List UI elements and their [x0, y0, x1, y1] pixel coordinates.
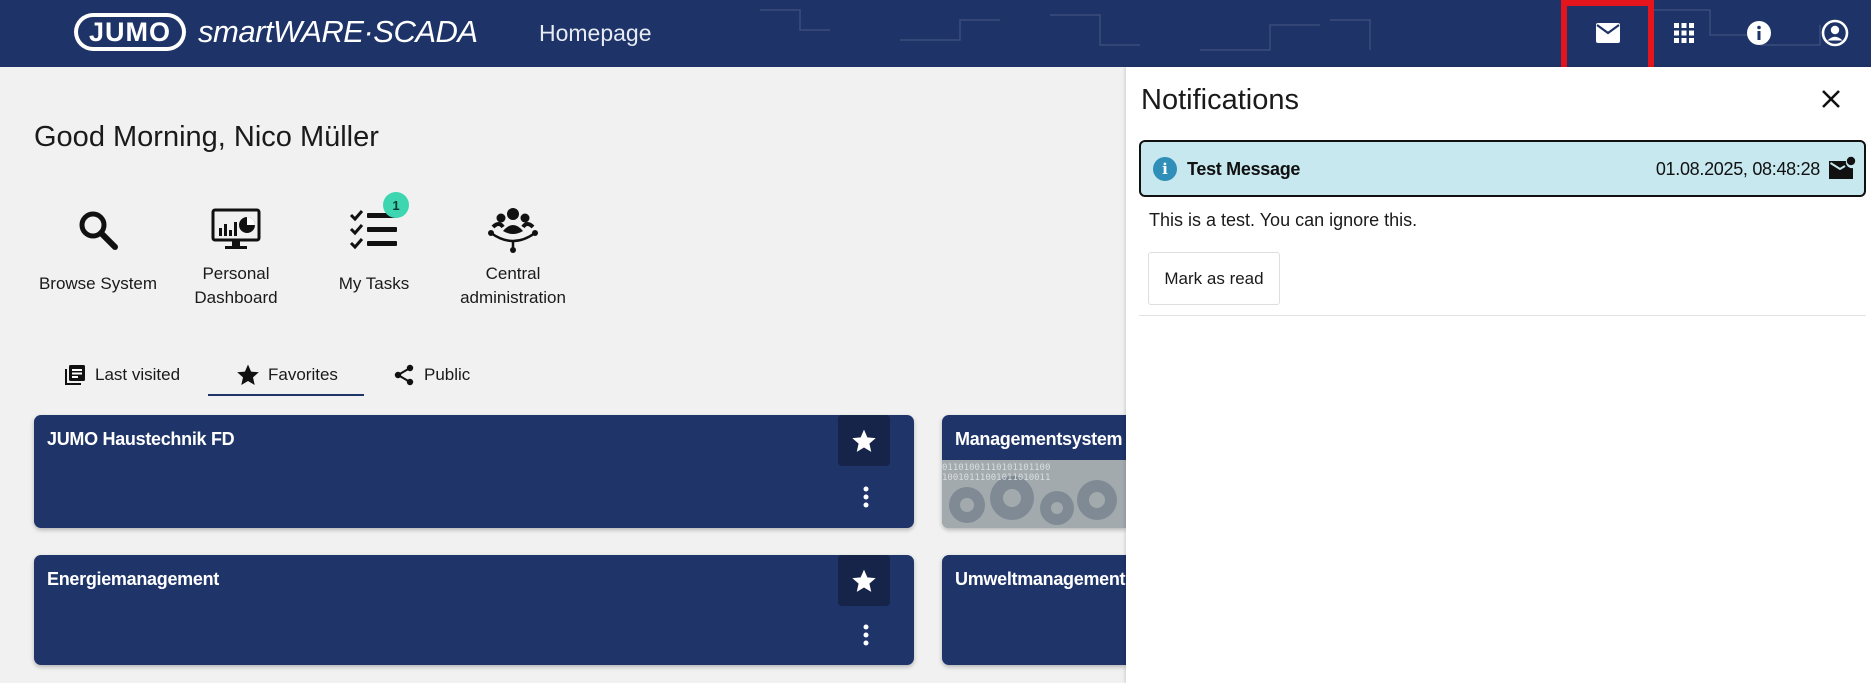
- mark-as-read-button[interactable]: Mark as read: [1148, 252, 1280, 305]
- tab-last-visited[interactable]: Last visited: [63, 355, 180, 395]
- tab-favorites[interactable]: Favorites: [236, 355, 338, 395]
- card-title: JUMO Haustechnik FD: [47, 429, 235, 449]
- account-button[interactable]: [1815, 13, 1855, 53]
- star-icon: [852, 569, 876, 592]
- info-button[interactable]: [1739, 13, 1779, 53]
- more-vertical-icon: [863, 486, 869, 508]
- tab-label: Last visited: [95, 365, 181, 384]
- account-circle-icon: [1821, 19, 1849, 47]
- card-more-options-button[interactable]: [854, 620, 878, 650]
- apps-grid-icon: [1674, 23, 1694, 43]
- notification-item-header[interactable]: i Test Message 01.08.2025, 08:48:28: [1139, 140, 1866, 197]
- notification-subject: Test Message: [1187, 159, 1301, 179]
- quick-action-label: Personal Dashboard: [194, 264, 278, 307]
- notifications-panel: Notifications i Test Message 01.08.2025,…: [1126, 67, 1871, 683]
- favorite-card-umweltmanagement[interactable]: Umweltmanagement: [942, 555, 1126, 665]
- card-title: Energiemanagement: [47, 569, 219, 589]
- close-icon: [1822, 90, 1840, 108]
- svg-text:10010111001011010011: 10010111001011010011: [942, 473, 1050, 483]
- favorite-card-jumo-haustechnik[interactable]: JUMO Haustechnik FD: [34, 415, 914, 528]
- quick-action-personal-dashboard[interactable]: Personal Dashboard: [171, 200, 301, 310]
- notifications-panel-title: Notifications: [1141, 84, 1299, 116]
- logo-product-name: smartWARE·SCADA: [198, 14, 478, 49]
- greeting-text: Good Morning, Nico Müller: [34, 121, 379, 153]
- favorite-card-energiemanagement[interactable]: Energiemanagement: [34, 555, 914, 665]
- quick-action-icon-wrap: 1: [309, 192, 439, 260]
- quick-action-browse-system[interactable]: Browse System: [33, 200, 163, 296]
- notification-message-body: This is a test. You can ignore this.: [1149, 210, 1418, 230]
- info-icon: [1747, 21, 1771, 45]
- more-vertical-icon: [863, 624, 869, 646]
- gears-binary-image: 01101001110101101100 1001011100101101001…: [942, 460, 1126, 528]
- quick-action-label: Browse System: [38, 274, 158, 293]
- admin-network-icon: [488, 208, 538, 253]
- apps-button[interactable]: [1664, 13, 1704, 53]
- jumo-logo[interactable]: JUMO smartWARE·SCADA: [74, 13, 478, 51]
- card-more-options-button[interactable]: [854, 482, 878, 512]
- quick-action-icon-wrap: [448, 200, 578, 260]
- quick-action-icon-wrap: [33, 200, 163, 260]
- close-notifications-button[interactable]: [1816, 84, 1846, 114]
- unfavorite-button[interactable]: [838, 415, 890, 466]
- quick-action-icon-wrap: [171, 200, 301, 260]
- info-icon: i: [1153, 157, 1177, 181]
- notification-timestamp: 01.08.2025, 08:48:28: [1655, 159, 1820, 179]
- mail-button-highlight: [1561, 0, 1654, 73]
- card-thumbnail-image: 01101001110101101100 1001011100101101001…: [942, 460, 1126, 528]
- logo-mark: JUMO: [74, 13, 186, 51]
- tab-label: Favorites: [268, 365, 338, 384]
- page-title: Homepage: [539, 20, 652, 46]
- card-title: Managementsystem: [955, 429, 1123, 449]
- quick-action-label: My Tasks: [338, 274, 410, 293]
- tasks-count-badge: 1: [383, 192, 409, 218]
- tab-label: Public: [424, 365, 471, 384]
- dashboard-monitor-icon: [211, 208, 261, 249]
- search-icon: [79, 211, 118, 250]
- library-books-icon: [65, 365, 85, 385]
- star-icon: [237, 364, 259, 385]
- active-tab-indicator: [208, 394, 364, 396]
- svg-text:01101001110101101100: 01101001110101101100: [942, 463, 1050, 473]
- favorite-card-managementsystem[interactable]: Managementsystem 01101001110101101100 10…: [942, 415, 1126, 528]
- notification-divider: [1139, 315, 1866, 316]
- tab-public[interactable]: Public: [392, 355, 470, 395]
- quick-action-central-administration[interactable]: Central administration: [448, 200, 578, 310]
- star-icon: [852, 429, 876, 452]
- share-icon: [394, 364, 414, 386]
- quick-action-my-tasks[interactable]: 1 My Tasks: [309, 192, 439, 296]
- card-title: Umweltmanagement: [955, 569, 1126, 589]
- logo-brand-text: JUMO: [78, 17, 182, 47]
- unread-mail-icon: [1829, 156, 1856, 179]
- quick-action-label: Central administration: [460, 264, 566, 307]
- unfavorite-button[interactable]: [838, 555, 890, 606]
